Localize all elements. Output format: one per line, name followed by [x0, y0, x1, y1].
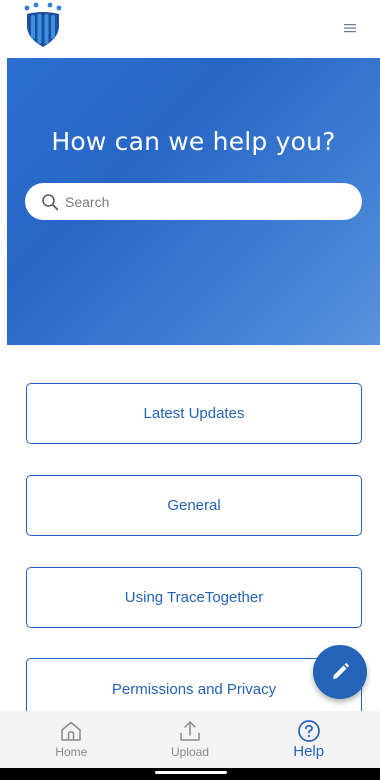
help-circle-icon: [297, 720, 320, 742]
nav-item-upload[interactable]: Upload: [131, 711, 250, 768]
system-navigation-bar: [0, 768, 380, 780]
menu-button[interactable]: [340, 18, 360, 38]
nav-item-help[interactable]: Help: [249, 711, 380, 768]
category-label: General: [167, 497, 221, 514]
home-gesture-indicator[interactable]: [155, 771, 227, 774]
search-input[interactable]: [65, 193, 335, 210]
home-icon: [61, 721, 82, 741]
nav-label-help: Help: [293, 743, 325, 760]
help-hero-banner: How can we help you?: [7, 58, 380, 345]
search-icon: [42, 193, 59, 210]
category-label: Using TraceTogether: [124, 589, 264, 606]
category-label: Permissions and Privacy: [111, 681, 277, 698]
compose-fab-button[interactable]: [313, 645, 367, 699]
upload-icon: [180, 721, 200, 741]
category-permissions-privacy-button[interactable]: Permissions and Privacy: [26, 658, 362, 719]
nav-label-upload: Upload: [170, 745, 210, 759]
category-using-tracetogether-button[interactable]: Using TraceTogether: [26, 567, 362, 628]
pencil-icon: [333, 663, 349, 679]
hero-title: How can we help you?: [51, 127, 336, 156]
category-general-button[interactable]: General: [26, 475, 362, 536]
top-app-bar: [0, 0, 380, 58]
search-bar[interactable]: [25, 183, 362, 220]
bottom-navigation: Home Upload Help: [0, 711, 380, 768]
hamburger-menu-icon: [344, 24, 356, 33]
category-latest-updates-button[interactable]: Latest Updates: [26, 383, 362, 444]
tracetogether-logo-icon: [22, 2, 64, 50]
nav-label-home: Home: [55, 745, 88, 759]
category-label: Latest Updates: [143, 405, 245, 422]
nav-item-home[interactable]: Home: [0, 711, 131, 768]
